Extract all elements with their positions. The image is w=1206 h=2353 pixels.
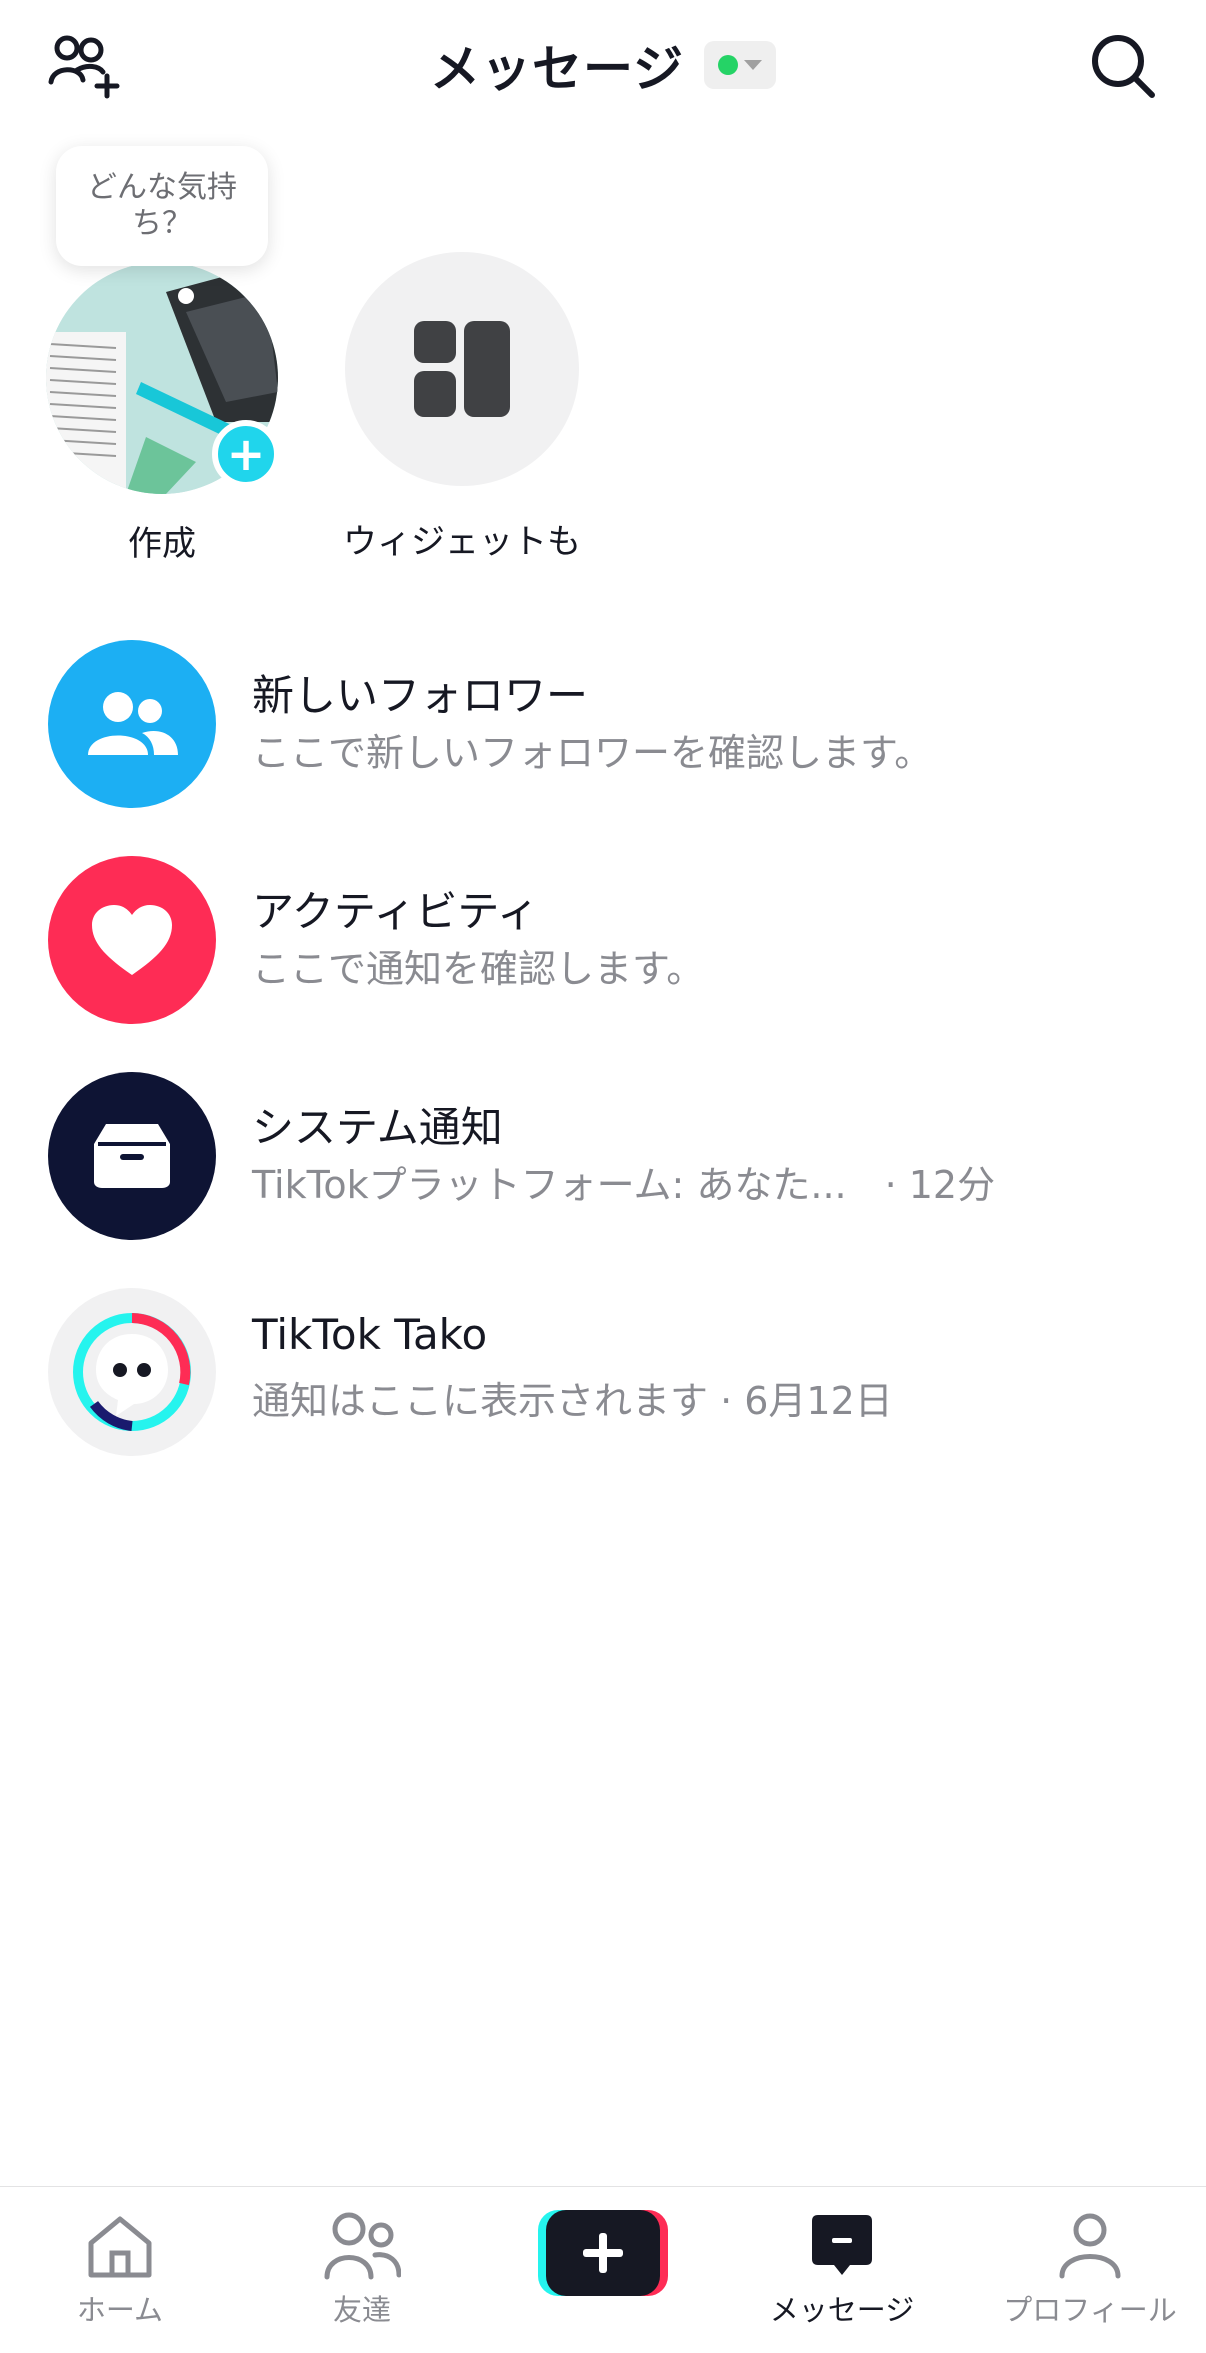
tab-profile-label: プロフィール	[1003, 2293, 1177, 2327]
plus-icon	[538, 2210, 668, 2296]
tab-messages-label: メッセージ	[769, 2293, 915, 2327]
row-title: システム通知	[252, 1103, 503, 1152]
activity-avatar	[48, 856, 216, 1024]
tab-messages[interactable]: メッセージ	[762, 2187, 922, 2353]
row-subtitle: 通知はここに表示されます · 6月12日	[252, 1379, 893, 1423]
search-button[interactable]	[1078, 26, 1168, 106]
status-selector[interactable]	[704, 41, 776, 89]
home-icon	[85, 2209, 155, 2283]
list-item-new-followers[interactable]: 新しいフォロワー ここで新しいフォロワーを確認します。	[0, 606, 1206, 808]
messages-icon	[810, 2209, 874, 2283]
followers-icon	[88, 692, 178, 755]
tako-avatar	[48, 1288, 216, 1456]
page-title: メッセージ	[430, 40, 684, 98]
list-item-system-notifications[interactable]: システム通知 TikTokプラットフォーム: あなた... · 12分	[0, 1038, 1206, 1240]
plus-icon: +	[226, 427, 266, 481]
widget-icon	[414, 321, 510, 417]
widget-story-button[interactable]	[345, 252, 579, 486]
profile-icon	[1058, 2209, 1122, 2283]
tab-friends[interactable]: 友達	[282, 2187, 442, 2353]
tab-profile[interactable]: プロフィール	[1000, 2187, 1180, 2353]
friends-icon	[323, 2209, 401, 2283]
list-item-activity[interactable]: アクティビティ ここで通知を確認します。	[0, 822, 1206, 1024]
create-story-label: 作成	[128, 524, 196, 564]
chevron-down-icon	[744, 60, 762, 70]
followers-avatar	[48, 640, 216, 808]
heart-icon	[92, 905, 172, 975]
row-title: 新しいフォロワー	[252, 671, 589, 720]
row-subtitle: ここで通知を確認します。	[252, 947, 705, 991]
list-item-tiktok-tako[interactable]: TikTok Tako 通知はここに表示されます · 6月12日	[0, 1254, 1206, 1456]
system-avatar	[48, 1072, 216, 1240]
add-story-button[interactable]: +	[212, 420, 280, 488]
tab-home-label: ホーム	[76, 2293, 164, 2327]
row-title: TikTok Tako	[252, 1310, 488, 1359]
online-status-dot	[718, 55, 738, 75]
row-subtitle: ここで新しいフォロワーを確認します。	[252, 731, 933, 775]
widget-story-label: ウィジェットも	[343, 522, 581, 562]
tako-icon	[73, 1313, 191, 1431]
header-title-area: メッセージ	[0, 30, 1206, 100]
mood-bubble[interactable]: どんな気持ち？	[56, 146, 268, 266]
mood-bubble-text: どんな気持ち？	[87, 170, 237, 241]
row-title: アクティビティ	[252, 887, 539, 936]
inbox-icon	[94, 1124, 170, 1188]
tab-friends-label: 友達	[332, 2293, 391, 2327]
row-subtitle: TikTokプラットフォーム: あなた... · 12分	[252, 1163, 996, 1207]
create-video-button[interactable]	[538, 2210, 668, 2296]
search-icon	[1092, 35, 1155, 98]
tab-home[interactable]: ホーム	[40, 2187, 200, 2353]
